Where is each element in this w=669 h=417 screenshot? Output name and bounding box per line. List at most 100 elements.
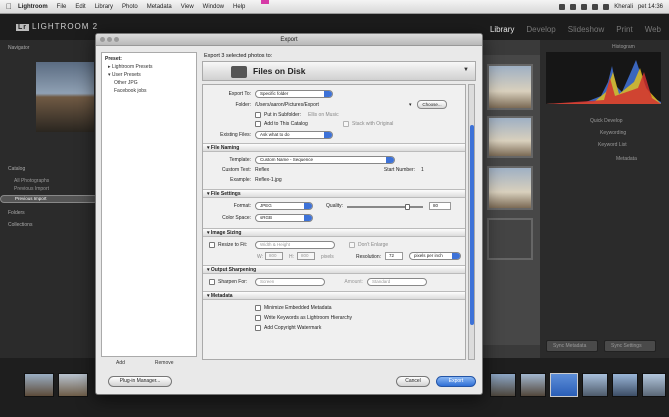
output-sharpening-section-header[interactable]: ▾ Output Sharpening (203, 265, 465, 274)
sharpen-for-checkbox[interactable] (209, 279, 215, 285)
bluetooth-icon[interactable] (559, 3, 566, 10)
quick-develop-header[interactable]: Quick Develop (590, 118, 623, 124)
amount-select[interactable]: Standard (367, 278, 427, 286)
start-number-value[interactable]: 1 (421, 167, 424, 173)
module-print[interactable]: Print (616, 25, 632, 34)
add-preset-button[interactable]: Add (116, 360, 125, 366)
settings-scrollbar[interactable] (468, 84, 475, 360)
wifi-icon[interactable] (592, 3, 599, 10)
grid-thumbnail[interactable] (487, 218, 533, 260)
scrollbar-thumb[interactable] (470, 125, 474, 325)
menu-photo[interactable]: Photo (122, 4, 138, 10)
filmstrip-thumbnail[interactable] (58, 373, 88, 397)
catalog-all-photographs[interactable]: All Photographs (14, 178, 49, 184)
collections-header[interactable]: Collections (8, 222, 32, 228)
height-field[interactable]: 800 (297, 252, 315, 260)
grid-thumbnail[interactable] (487, 64, 533, 110)
format-select[interactable]: JPEG (255, 202, 313, 210)
filmstrip-thumbnail-selected[interactable] (550, 373, 578, 397)
resolution-field[interactable]: 72 (385, 252, 403, 260)
minimize-icon[interactable] (107, 37, 112, 42)
clock[interactable]: pet 14:36 (638, 4, 663, 10)
file-settings-section-header[interactable]: ▾ File Settings (203, 189, 465, 198)
menu-file[interactable]: File (57, 4, 67, 10)
module-slideshow[interactable]: Slideshow (568, 25, 604, 34)
filmstrip-thumbnail[interactable] (490, 373, 516, 397)
keyword-list-header[interactable]: Keyword List (598, 142, 627, 148)
image-sizing-section-header[interactable]: ▾ Image Sizing (203, 228, 465, 237)
folder-dropdown-icon[interactable]: ▾ (409, 102, 412, 108)
file-naming-section-header[interactable]: ▾ File Naming (203, 143, 465, 152)
copyright-watermark-checkbox[interactable] (255, 325, 261, 331)
fit-mode-select[interactable]: Width & Height (255, 241, 335, 249)
subfolder-field[interactable]: Ellis on Music (308, 112, 339, 118)
choose-button[interactable]: Choose... (417, 100, 447, 109)
menu-library[interactable]: Library (95, 4, 113, 10)
catalog-selected-item[interactable]: Previous Import (0, 195, 98, 203)
resolution-unit-select[interactable]: pixels per inch (409, 252, 461, 260)
template-select[interactable]: Custom Name - Sequence (255, 156, 395, 164)
grid-thumbnail[interactable] (487, 116, 533, 158)
add-to-catalog-checkbox[interactable] (255, 121, 261, 127)
module-develop[interactable]: Develop (526, 25, 555, 34)
menu-view[interactable]: View (181, 4, 194, 10)
sync-settings-button[interactable]: Sync Settings (604, 340, 656, 352)
menu-metadata[interactable]: Metadata (147, 4, 172, 10)
time-machine-icon[interactable] (581, 3, 588, 10)
quality-field[interactable]: 80 (429, 202, 451, 210)
resize-to-fit-checkbox[interactable] (209, 242, 215, 248)
custom-text-value[interactable]: Reflex (255, 167, 269, 173)
filmstrip-thumbnail[interactable] (582, 373, 608, 397)
apple-menu-icon[interactable]:  (6, 2, 12, 11)
minimize-metadata-checkbox[interactable] (255, 305, 261, 311)
chevron-down-icon[interactable]: ▼ (463, 67, 469, 73)
put-in-subfolder-checkbox[interactable] (255, 112, 261, 118)
keywording-header[interactable]: Keywording (600, 130, 626, 136)
quality-slider[interactable] (347, 206, 423, 208)
user-name[interactable]: Kherali (614, 4, 633, 10)
sharpen-target-select[interactable]: Screen (255, 278, 325, 286)
stack-with-original-checkbox[interactable] (343, 121, 349, 127)
zoom-icon[interactable] (114, 37, 119, 42)
menu-edit[interactable]: Edit (75, 4, 85, 10)
menu-lightroom[interactable]: Lightroom (18, 4, 48, 10)
preset-item-facebook[interactable]: Facebook jobs (102, 87, 196, 95)
filmstrip-thumbnail[interactable] (612, 373, 638, 397)
remove-preset-button[interactable]: Remove (155, 360, 174, 366)
filmstrip-thumbnail[interactable] (642, 373, 666, 397)
close-icon[interactable] (100, 37, 105, 42)
keyword-hierarchy-checkbox[interactable] (255, 315, 261, 321)
destination-header[interactable]: Files on Disk ▼ (202, 61, 476, 81)
catalog-previous-import-label[interactable]: Previous Import (14, 186, 49, 192)
preset-group-user[interactable]: ▾ User Presets (102, 71, 196, 79)
plugin-manager-button[interactable]: Plug-in Manager... (108, 376, 172, 387)
metadata-section-header[interactable]: ▾ Metadata (203, 291, 465, 300)
histogram-header[interactable]: Histogram (612, 44, 635, 50)
existing-files-select[interactable]: Ask what to do (255, 131, 333, 139)
grid-thumbnail[interactable] (487, 166, 533, 210)
menu-window[interactable]: Window (203, 4, 224, 10)
quality-slider-knob[interactable] (405, 204, 411, 210)
filmstrip-thumbnail[interactable] (520, 373, 546, 397)
preset-group-lightroom[interactable]: ▸ Lightroom Presets (102, 63, 196, 71)
export-to-select[interactable]: Specific folder (255, 90, 333, 98)
cancel-button[interactable]: Cancel (396, 376, 430, 387)
dont-enlarge-checkbox[interactable] (349, 242, 355, 248)
preset-item-other-jpg[interactable]: Other JPG (102, 79, 196, 87)
width-field[interactable]: 800 (265, 252, 283, 260)
sync-icon[interactable] (570, 3, 577, 10)
export-button[interactable]: Export (436, 376, 476, 387)
navigator-preview[interactable] (36, 62, 94, 132)
module-web[interactable]: Web (645, 25, 661, 34)
folders-header[interactable]: Folders (8, 210, 25, 216)
filmstrip-thumbnail[interactable] (24, 373, 54, 397)
color-space-select[interactable]: sRGB (255, 214, 313, 222)
navigator-header[interactable]: Navigator (8, 45, 29, 51)
catalog-header[interactable]: Catalog (8, 166, 25, 172)
sync-metadata-button[interactable]: Sync Metadata (546, 340, 598, 352)
size-unit[interactable]: pixels (321, 254, 334, 260)
volume-icon[interactable] (603, 3, 610, 10)
menu-help[interactable]: Help (233, 4, 245, 10)
module-library[interactable]: Library (490, 25, 514, 34)
metadata-header[interactable]: Metadata (616, 156, 637, 162)
